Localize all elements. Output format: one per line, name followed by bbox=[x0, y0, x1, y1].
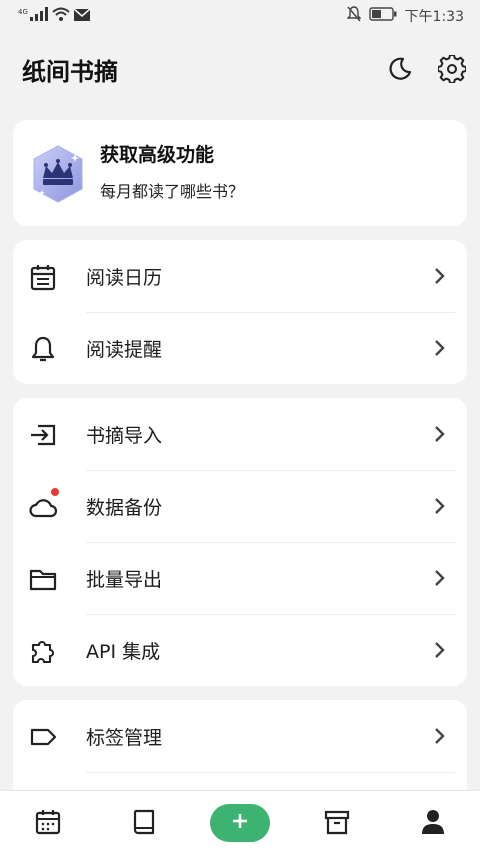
notification-dot bbox=[51, 488, 59, 496]
bottom-nav bbox=[0, 790, 480, 854]
add-icon bbox=[231, 812, 249, 834]
premium-subtitle: 每月都读了哪些书？ bbox=[100, 182, 245, 201]
chevron-right-icon bbox=[433, 338, 447, 358]
battery-icon bbox=[368, 7, 397, 25]
chevron-right-icon bbox=[433, 496, 447, 516]
bell-icon bbox=[28, 334, 58, 364]
premium-card[interactable]: 获取高级功能 每月都读了哪些书？ bbox=[13, 120, 467, 226]
menu-item-tags[interactable]: 标签管理 bbox=[13, 700, 467, 772]
settings-group-2: 书摘导入 数据备份 批量导出 API 集成 bbox=[13, 398, 467, 686]
menu-item-label: API 集成 bbox=[86, 641, 161, 663]
network-type: 4G bbox=[18, 8, 28, 16]
book-icon[interactable] bbox=[129, 807, 159, 837]
settings-group-3: 标签管理 bbox=[13, 700, 467, 800]
nav-calendar-icon[interactable] bbox=[33, 807, 63, 837]
chevron-right-icon bbox=[433, 726, 447, 746]
premium-title: 获取高级功能 bbox=[100, 144, 215, 166]
archive-icon[interactable] bbox=[322, 807, 352, 837]
import-icon bbox=[28, 420, 58, 450]
status-left: 4G bbox=[18, 6, 91, 25]
menu-item-export[interactable]: 批量导出 bbox=[13, 542, 467, 614]
menu-item-label: 阅读提醒 bbox=[86, 339, 163, 361]
add-button[interactable] bbox=[210, 804, 270, 842]
menu-item-reading-reminder[interactable]: 阅读提醒 bbox=[13, 312, 467, 384]
moon-icon[interactable] bbox=[386, 55, 414, 83]
divider bbox=[86, 772, 455, 773]
chevron-right-icon bbox=[433, 640, 447, 660]
tag-icon bbox=[28, 722, 58, 752]
menu-item-api[interactable]: API 集成 bbox=[13, 614, 467, 686]
status-time: 下午1:33 bbox=[404, 9, 464, 25]
chevron-right-icon bbox=[433, 266, 447, 286]
folder-icon bbox=[28, 564, 58, 594]
signal-icon bbox=[29, 6, 48, 25]
chevron-right-icon bbox=[433, 568, 447, 588]
settings-group-1: 阅读日历 阅读提醒 bbox=[13, 240, 467, 384]
crown-icon bbox=[31, 144, 85, 204]
menu-item-reading-calendar[interactable]: 阅读日历 bbox=[13, 240, 467, 312]
page-title: 纸间书摘 bbox=[22, 58, 118, 86]
puzzle-icon bbox=[28, 636, 58, 666]
mail-icon bbox=[73, 6, 91, 25]
menu-item-backup[interactable]: 数据备份 bbox=[13, 470, 467, 542]
menu-item-label: 批量导出 bbox=[86, 569, 163, 591]
calendar-icon bbox=[28, 262, 58, 292]
cloud-icon bbox=[28, 492, 58, 522]
status-bar: 4G 下午1:33 bbox=[0, 0, 480, 34]
status-right: 下午1:33 bbox=[345, 6, 464, 26]
menu-item-import[interactable]: 书摘导入 bbox=[13, 398, 467, 470]
gear-icon[interactable] bbox=[437, 54, 467, 84]
menu-item-label: 阅读日历 bbox=[86, 267, 163, 289]
menu-item-label: 数据备份 bbox=[86, 497, 163, 519]
menu-item-label: 标签管理 bbox=[86, 727, 163, 749]
profile-icon[interactable] bbox=[418, 807, 448, 837]
bell-off-icon bbox=[345, 6, 362, 26]
wifi-icon bbox=[52, 6, 70, 25]
menu-item-label: 书摘导入 bbox=[86, 425, 163, 447]
chevron-right-icon bbox=[433, 424, 447, 444]
